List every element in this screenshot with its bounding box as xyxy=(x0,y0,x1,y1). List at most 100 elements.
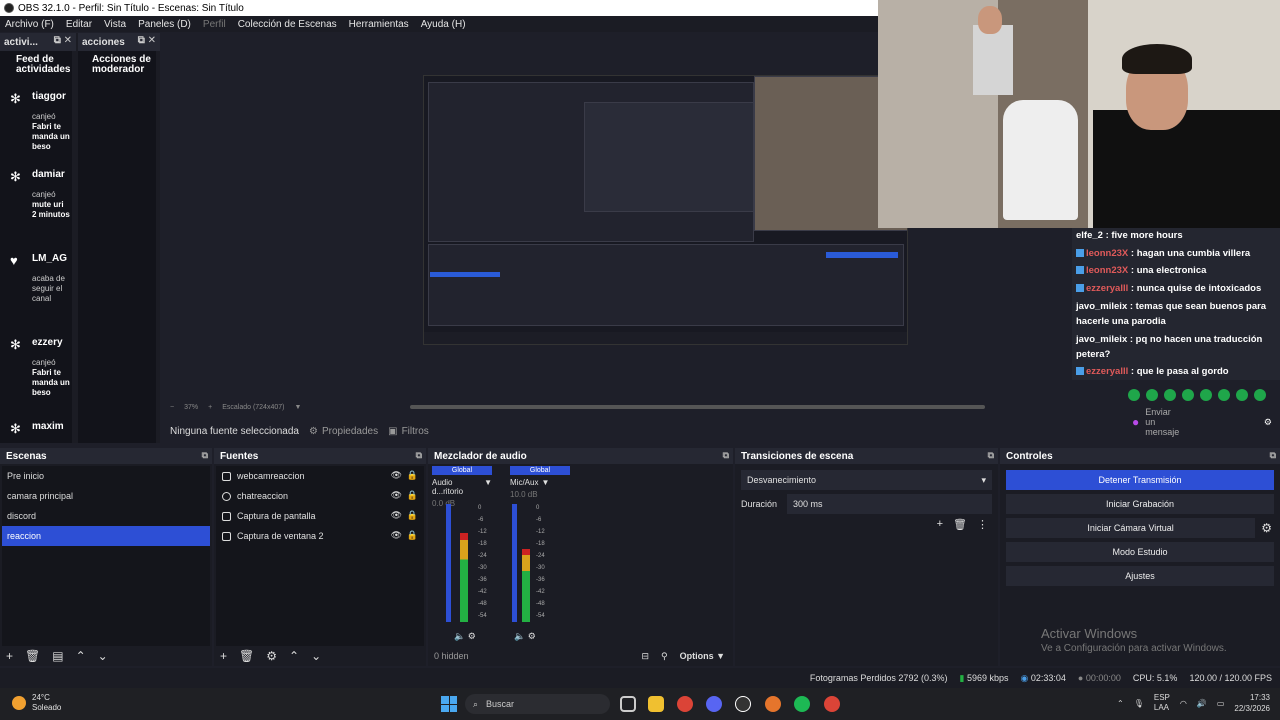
speaker-icon[interactable]: 🔈 xyxy=(514,631,525,641)
spotify-icon[interactable] xyxy=(794,696,810,712)
layout-icon[interactable]: ⊟ xyxy=(641,651,649,662)
mic-icon[interactable]: ● xyxy=(1132,415,1139,429)
start-button[interactable] xyxy=(441,696,457,712)
dock-float-icon[interactable]: ⧉ xyxy=(202,450,208,461)
chrome-icon[interactable] xyxy=(677,696,693,712)
chevron-up-icon[interactable]: ⌃ xyxy=(289,649,299,663)
zoom-in-icon[interactable]: + xyxy=(208,404,212,411)
dock-float-icon[interactable]: ⧉ xyxy=(988,450,994,461)
emote-icon[interactable] xyxy=(1218,389,1230,401)
feed-user[interactable]: tiaggor xyxy=(32,91,70,102)
link-icon[interactable]: ⚲ xyxy=(661,651,668,662)
dock-float-icon[interactable]: ⧉ xyxy=(1270,450,1276,461)
more-icon[interactable]: ⋮ xyxy=(977,518,988,531)
duration-input[interactable]: 300 ms xyxy=(787,494,992,514)
feed-user[interactable]: LM_AG xyxy=(32,253,70,264)
lock-icon[interactable]: 🔒 xyxy=(407,510,418,521)
eye-icon[interactable]: 👁 xyxy=(391,490,402,501)
trash-icon[interactable]: 🗑 xyxy=(239,649,254,663)
properties-button[interactable]: ⚙ Propiedades xyxy=(309,426,378,437)
studio-mode-button[interactable]: Modo Estudio xyxy=(1006,542,1274,562)
chat-input[interactable]: ● Enviar un mensaje ⚙ xyxy=(1124,404,1280,440)
gear-icon[interactable]: ⚙ xyxy=(468,631,476,641)
eye-icon[interactable]: 👁 xyxy=(391,470,402,481)
emote-icon[interactable] xyxy=(1182,389,1194,401)
source-item[interactable]: Captura de pantalla 👁 🔒 xyxy=(216,506,424,526)
preview-canvas[interactable] xyxy=(160,33,908,403)
chevron-down-icon[interactable]: ▼ xyxy=(484,478,492,496)
chevron-up-icon[interactable]: ⌃ xyxy=(1117,699,1124,708)
chevron-down-icon[interactable]: ⌄ xyxy=(98,649,108,663)
emote-icon[interactable] xyxy=(1200,389,1212,401)
start-recording-button[interactable]: Iniciar Grabación xyxy=(1006,494,1274,514)
scene-item[interactable]: discord xyxy=(2,506,210,526)
start-virtual-cam-button[interactable]: Iniciar Cámara Virtual xyxy=(1006,518,1256,538)
trash-icon[interactable]: 🗑 xyxy=(25,649,40,663)
filter-icon[interactable]: ▤ xyxy=(52,649,63,663)
channel-name[interactable]: Mic/Aux ▼ xyxy=(510,478,570,487)
dock-float-icon[interactable]: ⧉ xyxy=(416,450,422,461)
source-item[interactable]: chatreaccion 👁 🔒 xyxy=(216,486,424,506)
weather-widget[interactable]: 24°C Soleado xyxy=(12,693,61,713)
file-explorer-icon[interactable] xyxy=(648,696,664,712)
activity-dock-tab[interactable]: activi... ⧉ ✕ xyxy=(0,33,76,51)
trash-icon[interactable]: 🗑 xyxy=(953,518,967,531)
chevron-up-icon[interactable]: ⌃ xyxy=(76,649,86,663)
add-icon[interactable]: + xyxy=(937,518,943,531)
scene-item-selected[interactable]: reaccion xyxy=(2,526,210,546)
mic-icon[interactable]: 🎙 xyxy=(1134,699,1144,708)
obs-icon[interactable] xyxy=(735,696,751,712)
eye-icon[interactable]: 👁 xyxy=(391,510,402,521)
dock-close-icon[interactable]: ⧉ ✕ xyxy=(138,35,156,46)
task-view-icon[interactable] xyxy=(620,696,636,712)
battery-icon[interactable]: ▭ xyxy=(1217,699,1225,708)
preview-scrollbar[interactable] xyxy=(410,405,985,409)
gear-icon[interactable]: ⚙ xyxy=(266,649,277,663)
source-item[interactable]: Captura de ventana 2 👁 🔒 xyxy=(216,526,424,546)
speaker-icon[interactable]: 🔈 xyxy=(454,631,465,641)
emote-icon[interactable] xyxy=(1254,389,1266,401)
feed-user[interactable]: damiar xyxy=(32,169,70,180)
scene-item[interactable]: camara principal xyxy=(2,486,210,506)
wifi-icon[interactable]: ◠ xyxy=(1180,699,1187,708)
volume-icon[interactable]: 🔊 xyxy=(1197,699,1207,708)
menu-ayuda[interactable]: Ayuda (H) xyxy=(421,19,466,30)
dock-float-icon[interactable]: ⧉ xyxy=(723,450,729,461)
eye-icon[interactable]: 👁 xyxy=(391,530,402,541)
clock[interactable]: 17:33 22/3/2026 xyxy=(1234,692,1270,714)
volume-slider[interactable] xyxy=(446,504,451,622)
chevron-down-icon[interactable]: ⌄ xyxy=(311,649,321,663)
emote-icon[interactable] xyxy=(1164,389,1176,401)
chevron-down-icon[interactable]: ▼ xyxy=(541,478,549,487)
emote-icon[interactable] xyxy=(1146,389,1158,401)
feed-user[interactable]: ezzery xyxy=(32,337,70,348)
zoom-out-icon[interactable]: − xyxy=(170,404,174,411)
discord-icon[interactable] xyxy=(706,696,722,712)
emote-icon[interactable] xyxy=(1236,389,1248,401)
mod-dock-tab[interactable]: acciones ⧉ ✕ xyxy=(78,33,160,51)
scene-item[interactable]: Pre inicio xyxy=(2,466,210,486)
filters-button[interactable]: ▣ Filtros xyxy=(388,426,429,437)
settings-icon[interactable]: ⚙ xyxy=(1264,417,1272,428)
gear-icon[interactable]: ⚙ xyxy=(528,631,536,641)
settings-button[interactable]: Ajustes xyxy=(1006,566,1274,586)
menu-archivo[interactable]: Archivo (F) xyxy=(5,19,54,30)
options-button[interactable]: Options ▼ xyxy=(680,651,725,661)
chrome-icon[interactable] xyxy=(824,696,840,712)
add-icon[interactable]: + xyxy=(6,649,13,663)
lock-icon[interactable]: 🔒 xyxy=(407,470,418,481)
source-item[interactable]: webcamreaccion 👁 🔒 xyxy=(216,466,424,486)
stop-stream-button[interactable]: Detener Transmisión xyxy=(1006,470,1274,490)
dock-close-icon[interactable]: ⧉ ✕ xyxy=(54,35,72,46)
taskbar-search[interactable]: ⌕ Buscar xyxy=(465,694,610,714)
chevron-down-icon[interactable]: ▼ xyxy=(294,404,301,411)
add-icon[interactable]: + xyxy=(220,649,227,663)
volume-slider[interactable] xyxy=(512,504,517,622)
lock-icon[interactable]: 🔒 xyxy=(407,490,418,501)
menu-paneles[interactable]: Paneles (D) xyxy=(138,19,191,30)
transition-select[interactable]: Desvanecimiento ▾ xyxy=(741,470,992,490)
menu-coleccion[interactable]: Colección de Escenas xyxy=(238,19,337,30)
menu-perfil[interactable]: Perfil xyxy=(203,19,226,30)
gear-icon[interactable]: ⚙ xyxy=(1261,521,1272,535)
lock-icon[interactable]: 🔒 xyxy=(407,530,418,541)
